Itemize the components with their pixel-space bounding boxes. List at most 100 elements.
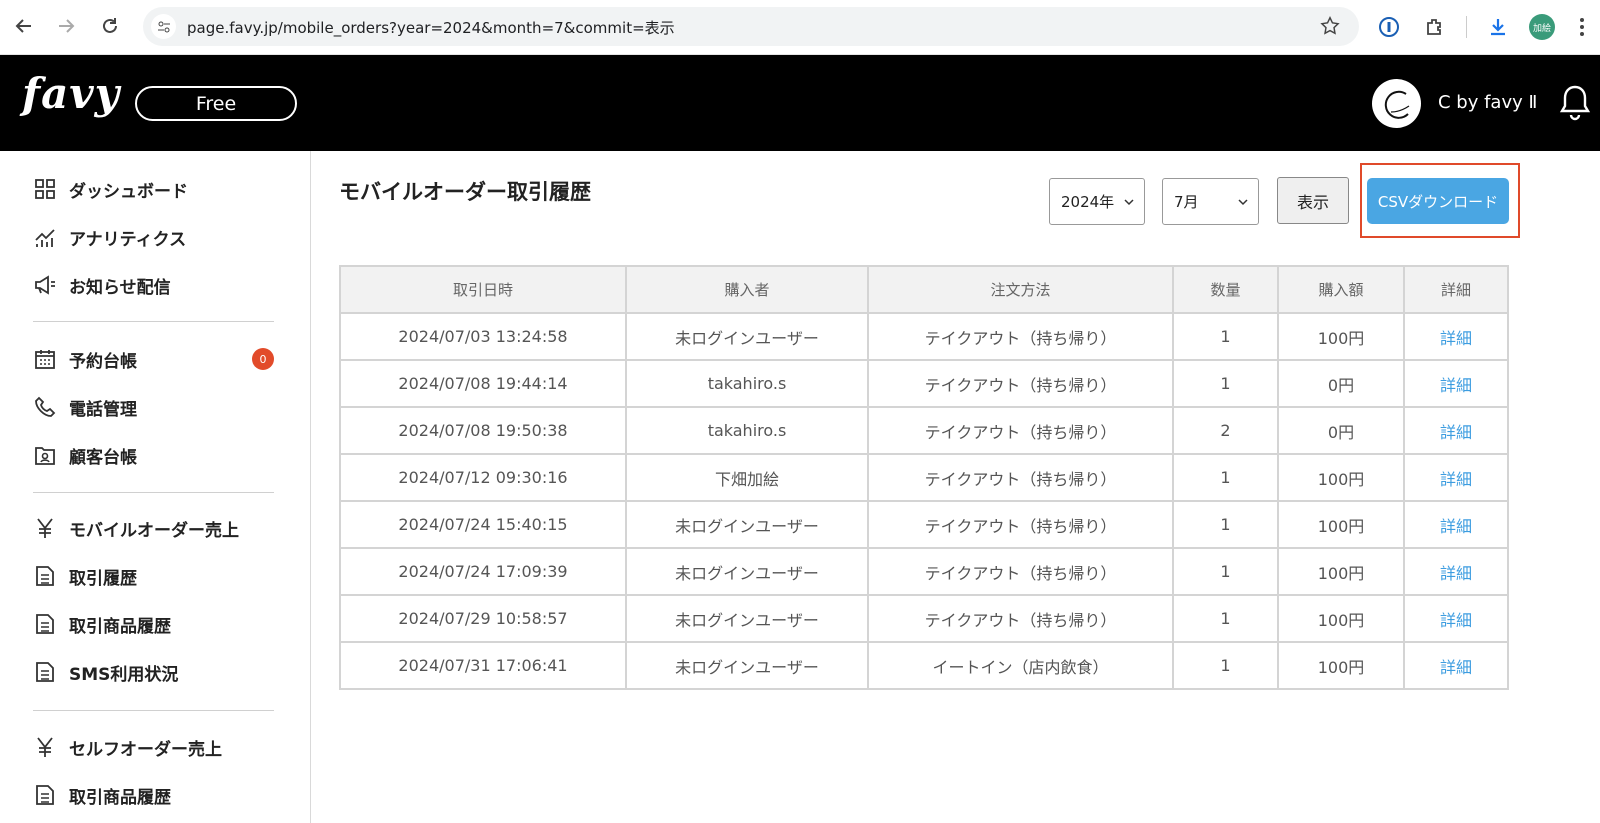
reload-icon[interactable] (96, 12, 124, 40)
cell-datetime: 2024/07/24 15:40:15 (339, 500, 627, 549)
transactions-table: 取引日時 購入者 注文方法 数量 購入額 詳細 2024/07/03 13:24… (339, 265, 1509, 690)
sidebar-item-label: 電話管理 (69, 399, 137, 420)
cell-order-method: イートイン（店内飲食） (867, 641, 1174, 690)
password-manager-icon[interactable] (1376, 14, 1402, 40)
cell-datetime: 2024/07/29 10:58:57 (339, 594, 627, 643)
chart-icon (33, 225, 57, 249)
plan-badge: Free (135, 86, 297, 121)
cell-quantity: 1 (1172, 547, 1279, 596)
month-select[interactable]: 7月 (1162, 178, 1259, 225)
document-icon (33, 783, 57, 807)
shop-name[interactable]: C by favy Ⅱ (1438, 92, 1537, 113)
cell-amount: 100円 (1277, 312, 1405, 361)
shop-avatar[interactable] (1372, 79, 1421, 128)
cell-order-method: テイクアウト（持ち帰り） (867, 453, 1174, 502)
table-row: 2024/07/08 19:44:14 takahiro.s テイクアウト（持ち… (339, 359, 1509, 408)
table-row: 2024/07/12 09:30:16 下畑加絵 テイクアウト（持ち帰り） 1 … (339, 453, 1509, 502)
cell-datetime: 2024/07/08 19:44:14 (339, 359, 627, 408)
download-icon[interactable] (1485, 14, 1511, 40)
year-select[interactable]: 2024年 (1049, 178, 1145, 225)
sidebar-item-reservations[interactable]: 予約台帳 (33, 341, 283, 377)
details-link[interactable]: 詳細 (1403, 406, 1509, 455)
address-bar[interactable]: page.favy.jp/mobile_orders?year=2024&mon… (143, 7, 1359, 46)
customer-card-icon (33, 443, 57, 467)
sidebar-item-dashboard[interactable]: ダッシュボード (33, 171, 283, 207)
month-select-value: 7月 (1174, 193, 1199, 211)
notification-bell-icon[interactable] (1558, 83, 1592, 123)
sidebar-item-label: 取引履歴 (69, 568, 137, 589)
sidebar-item-self-order-product-history[interactable]: 取引商品履歴 (33, 777, 283, 813)
cell-buyer: takahiro.s (625, 406, 869, 455)
sidebar-item-sms-usage[interactable]: SMS利用状況 (33, 654, 283, 690)
csv-download-button[interactable]: CSVダウンロード (1367, 178, 1509, 224)
cell-buyer: 未ログインユーザー (625, 547, 869, 596)
cell-quantity: 1 (1172, 312, 1279, 361)
sidebar-item-product-history[interactable]: 取引商品履歴 (33, 606, 283, 642)
details-link[interactable]: 詳細 (1403, 453, 1509, 502)
cell-quantity: 1 (1172, 500, 1279, 549)
profile-avatar[interactable]: 加絵 (1529, 14, 1555, 40)
cell-quantity: 1 (1172, 453, 1279, 502)
sidebar-item-label: お知らせ配信 (69, 277, 171, 298)
sidebar-item-announcements[interactable]: お知らせ配信 (33, 267, 283, 303)
sidebar-item-label: 予約台帳 (69, 351, 137, 372)
table-row: 2024/07/08 19:50:38 takahiro.s テイクアウト（持ち… (339, 406, 1509, 455)
sidebar-item-label: 取引商品履歴 (69, 787, 171, 808)
cell-amount: 0円 (1277, 359, 1405, 408)
sidebar-item-self-order-sales[interactable]: セルフオーダー売上 (33, 729, 283, 765)
cell-datetime: 2024/07/12 09:30:16 (339, 453, 627, 502)
sidebar-item-customers[interactable]: 顧客台帳 (33, 437, 283, 473)
document-icon (33, 660, 57, 684)
details-link[interactable]: 詳細 (1403, 312, 1509, 361)
cell-quantity: 1 (1172, 641, 1279, 690)
table-row: 2024/07/24 17:09:39 未ログインユーザー テイクアウト（持ち帰… (339, 547, 1509, 596)
cell-order-method: テイクアウト（持ち帰り） (867, 312, 1174, 361)
browser-menu-icon[interactable] (1576, 14, 1588, 40)
column-header-datetime: 取引日時 (339, 265, 627, 314)
column-header-amount: 購入額 (1277, 265, 1405, 314)
table-row: 2024/07/29 10:58:57 未ログインユーザー テイクアウト（持ち帰… (339, 594, 1509, 643)
reservation-count-badge: 0 (252, 348, 274, 370)
favy-logo[interactable]: favy (22, 69, 120, 118)
details-link[interactable]: 詳細 (1403, 641, 1509, 690)
cell-amount: 0円 (1277, 406, 1405, 455)
toolbar-divider (1466, 16, 1467, 38)
details-link[interactable]: 詳細 (1403, 500, 1509, 549)
cell-quantity: 2 (1172, 406, 1279, 455)
url-text: page.favy.jp/mobile_orders?year=2024&mon… (187, 19, 675, 37)
cell-order-method: テイクアウト（持ち帰り） (867, 406, 1174, 455)
sidebar-item-analytics[interactable]: アナリティクス (33, 219, 283, 255)
cell-datetime: 2024/07/08 19:50:38 (339, 406, 627, 455)
show-button[interactable]: 表示 (1277, 177, 1349, 224)
site-settings-icon[interactable] (151, 14, 176, 39)
details-link[interactable]: 詳細 (1403, 359, 1509, 408)
forward-icon[interactable] (52, 12, 80, 40)
sidebar-divider (33, 710, 274, 711)
table-row: 2024/07/24 15:40:15 未ログインユーザー テイクアウト（持ち帰… (339, 500, 1509, 549)
sidebar-item-mobile-order-sales[interactable]: モバイルオーダー売上 (33, 510, 283, 546)
app-header: favy Free C by favy Ⅱ (0, 55, 1600, 151)
cell-buyer: 未ログインユーザー (625, 594, 869, 643)
cell-datetime: 2024/07/03 13:24:58 (339, 312, 627, 361)
extensions-icon[interactable] (1422, 14, 1448, 40)
sidebar-item-label: SMS利用状況 (69, 664, 179, 685)
sidebar-item-transaction-history[interactable]: 取引履歴 (33, 558, 283, 594)
cell-buyer: 未ログインユーザー (625, 312, 869, 361)
details-link[interactable]: 詳細 (1403, 547, 1509, 596)
cell-quantity: 1 (1172, 594, 1279, 643)
table-row: 2024/07/03 13:24:58 未ログインユーザー テイクアウト（持ち帰… (339, 312, 1509, 361)
year-select-value: 2024年 (1061, 193, 1115, 211)
sidebar-item-phone[interactable]: 電話管理 (33, 389, 283, 425)
yen-icon (33, 516, 57, 540)
cell-buyer: 下畑加絵 (625, 453, 869, 502)
chevron-down-icon (1124, 199, 1134, 206)
cell-quantity: 1 (1172, 359, 1279, 408)
column-header-quantity: 数量 (1172, 265, 1279, 314)
cell-datetime: 2024/07/31 17:06:41 (339, 641, 627, 690)
cell-order-method: テイクアウト（持ち帰り） (867, 359, 1174, 408)
details-link[interactable]: 詳細 (1403, 594, 1509, 643)
cell-datetime: 2024/07/24 17:09:39 (339, 547, 627, 596)
megaphone-icon (33, 273, 57, 297)
bookmark-star-icon[interactable] (1319, 15, 1341, 37)
back-icon[interactable] (10, 12, 38, 40)
